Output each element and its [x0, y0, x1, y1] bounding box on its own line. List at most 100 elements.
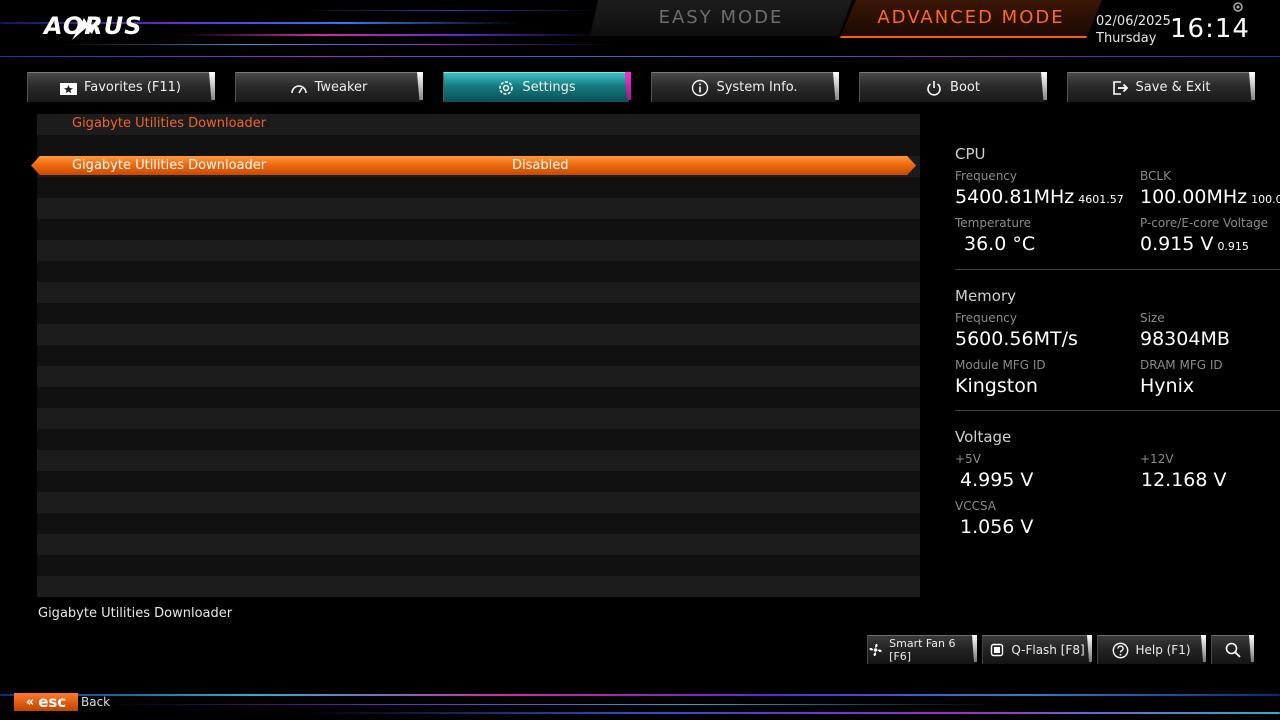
- bclk-text: 100.00MHz: [1140, 186, 1248, 208]
- vccsa-value: 1.056 V: [960, 516, 1034, 538]
- list-row: [37, 261, 920, 282]
- exit-icon: [1112, 80, 1128, 95]
- list-row: [37, 366, 920, 387]
- cpu-temperature-value: 36.0 °C: [964, 233, 1036, 255]
- decor-streak: [300, 712, 1280, 714]
- tab-tweaker-label: Tweaker: [314, 80, 368, 95]
- cpu-frequency-sub: 4601.57: [1078, 193, 1124, 206]
- power-icon: [927, 80, 941, 96]
- decor-streak: [0, 56, 1280, 57]
- list-row: [37, 345, 920, 366]
- vccsa-label: VCCSA: [955, 499, 997, 513]
- module-mfg-label: Module MFG ID: [955, 358, 1046, 372]
- list-row: [37, 240, 920, 261]
- dram-mfg-value: Hynix: [1140, 375, 1195, 397]
- list-row: [37, 135, 920, 156]
- tab-favorites[interactable]: Favorites (F11): [27, 72, 213, 102]
- list-row: [37, 429, 920, 450]
- list-row: [37, 282, 920, 303]
- core-voltage-sub: 0.915: [1217, 240, 1249, 253]
- list-row: [37, 177, 920, 198]
- memory-title: Memory: [955, 287, 1017, 305]
- decor-streak: [0, 694, 1280, 696]
- tab-favorites-label: Favorites (F11): [83, 80, 182, 95]
- decor-streak: [180, 34, 600, 36]
- chip-icon: [991, 643, 1004, 657]
- section-title: Gigabyte Utilities Downloader: [72, 116, 267, 131]
- tab-save-exit-label: Save & Exit: [1135, 80, 1211, 95]
- bclk-value: 100.00MHz100.01: [1140, 186, 1280, 208]
- list-row: [37, 534, 920, 555]
- smart-fan-label: Smart Fan 6 [F6]: [889, 637, 956, 663]
- dram-mfg-label: DRAM MFG ID: [1140, 358, 1223, 372]
- header-bar: AORUS EASY MODE ADVANCED MODE 02/06/2025…: [0, 0, 1280, 66]
- qflash-button[interactable]: Q-Flash [F8]: [982, 635, 1091, 664]
- smart-fan-button[interactable]: Smart Fan 6 [F6]: [867, 635, 976, 664]
- tab-save-exit[interactable]: Save & Exit: [1067, 72, 1253, 102]
- speedometer-icon: [290, 84, 307, 93]
- list-row: [37, 492, 920, 513]
- clock: 16:14: [1170, 14, 1250, 44]
- core-voltage-label: P-core/E-core Voltage: [1140, 216, 1269, 230]
- back-label[interactable]: Back: [81, 695, 110, 709]
- gear-icon: [499, 80, 514, 95]
- list-row: [37, 471, 920, 492]
- easy-mode-tab[interactable]: EASY MODE: [590, 0, 852, 36]
- cpu-temperature-label: Temperature: [955, 216, 1032, 230]
- decor-streak: [300, 10, 600, 11]
- setting-value[interactable]: Disabled: [512, 158, 568, 173]
- list-row: [37, 408, 920, 429]
- list-row: [37, 576, 920, 597]
- tab-boot[interactable]: Boot: [859, 72, 1045, 102]
- list-row: [37, 324, 920, 345]
- date-display: 02/06/2025 Thursday: [1096, 13, 1171, 47]
- divider: [955, 269, 1280, 270]
- tab-settings[interactable]: Settings: [443, 72, 629, 102]
- voltage-title: Voltage: [955, 428, 1012, 446]
- cpu-frequency-label: Frequency: [955, 169, 1017, 183]
- help-icon: [1113, 642, 1129, 658]
- core-voltage-text: 0.915 V: [1140, 233, 1214, 255]
- esc-label: esc: [38, 693, 67, 711]
- list-row: [37, 219, 920, 240]
- memory-size-label: Size: [1140, 311, 1165, 325]
- list-row: [37, 198, 920, 219]
- decor-streak: [100, 704, 1000, 705]
- memory-frequency-label: Frequency: [955, 311, 1017, 325]
- list-row: [37, 387, 920, 408]
- tab-system-info[interactable]: System Info.: [651, 72, 837, 102]
- memory-frequency-value: 5600.56MT/s: [955, 328, 1078, 350]
- advanced-mode-tab[interactable]: ADVANCED MODE: [840, 0, 1102, 38]
- settings-panel: Gigabyte Utilities Downloader Gigabyte U…: [31, 114, 920, 597]
- settings-gear-icon[interactable]: [1231, 0, 1245, 14]
- day-text: Thursday: [1096, 31, 1157, 46]
- cpu-title: CPU: [955, 145, 986, 163]
- cpu-frequency-value: 5400.81MHz 4601.57: [955, 186, 1124, 208]
- v12-value: 12.168 V: [1141, 469, 1227, 491]
- qflash-label: Q-Flash [F8]: [1011, 643, 1085, 657]
- divider: [955, 410, 1280, 411]
- tab-system-info-label: System Info.: [716, 80, 798, 95]
- cpu-frequency-text: 5400.81MHz: [955, 186, 1075, 208]
- double-chevron-left-icon: «: [25, 694, 35, 710]
- v5-value: 4.995 V: [960, 469, 1034, 491]
- aorus-logo-text: AORUS: [44, 12, 143, 40]
- help-label: Help (F1): [1135, 643, 1191, 657]
- info-icon: [692, 79, 709, 96]
- v12-label: +12V: [1140, 452, 1174, 466]
- item-description: Gigabyte Utilities Downloader: [38, 606, 233, 621]
- tab-tweaker[interactable]: Tweaker: [235, 72, 421, 102]
- setting-label[interactable]: Gigabyte Utilities Downloader: [72, 158, 266, 173]
- list-row: [37, 555, 920, 576]
- help-button[interactable]: Help (F1): [1097, 635, 1205, 664]
- list-row: [37, 303, 920, 324]
- search-button[interactable]: [1211, 635, 1253, 664]
- star-folder-icon: [59, 82, 77, 95]
- tab-boot-label: Boot: [950, 80, 980, 95]
- bclk-label: BCLK: [1140, 169, 1171, 183]
- date-text: 02/06/2025: [1096, 14, 1171, 29]
- esc-button[interactable]: « esc: [14, 693, 78, 711]
- search-icon: [1225, 642, 1241, 658]
- module-mfg-value: Kingston: [955, 375, 1038, 397]
- footer-decor: [0, 688, 1280, 720]
